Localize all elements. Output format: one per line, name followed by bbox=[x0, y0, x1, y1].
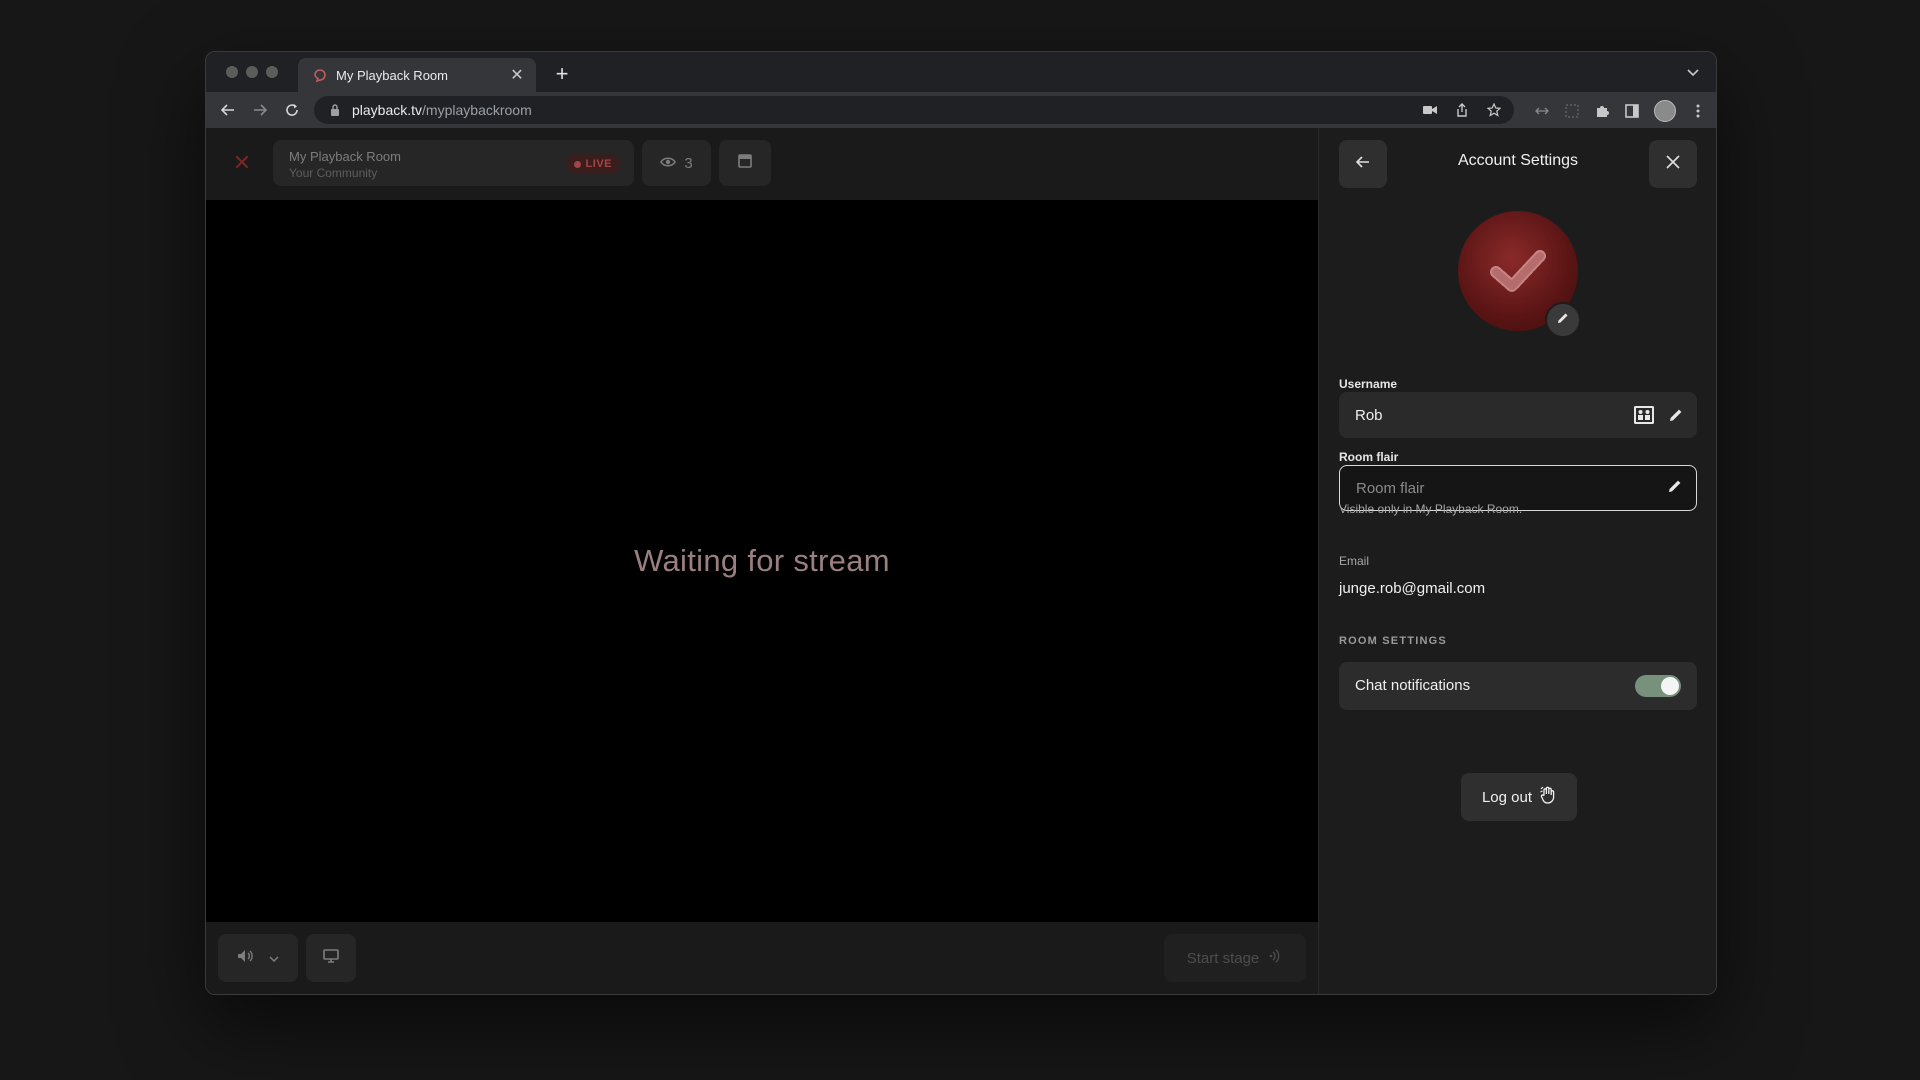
username-label: Username bbox=[1339, 377, 1398, 391]
eye-icon bbox=[660, 155, 677, 172]
browser-toolbar: playback.tv/myplaybackroom bbox=[206, 92, 1716, 128]
screen-icon bbox=[323, 948, 339, 968]
room-flair-edit-pencil-icon[interactable] bbox=[1668, 479, 1682, 497]
extension-icons bbox=[1534, 100, 1706, 122]
logout-label: Log out bbox=[1481, 788, 1533, 806]
wave-hand-icon bbox=[1540, 786, 1556, 808]
chevron-down-icon bbox=[269, 949, 279, 967]
url-text: playback.tv/myplaybackroom bbox=[352, 102, 532, 118]
puzzle-icon[interactable] bbox=[1594, 103, 1610, 119]
start-stage-label: Start stage bbox=[1186, 949, 1260, 967]
camera-icon[interactable] bbox=[1422, 102, 1438, 118]
username-field[interactable]: Rob bbox=[1339, 392, 1697, 438]
avatar-edit-button[interactable] bbox=[1545, 302, 1581, 338]
screenshot-frame-icon[interactable] bbox=[1564, 103, 1580, 119]
email-label: Email bbox=[1339, 554, 1370, 568]
toggle-knob bbox=[1661, 677, 1679, 695]
url-host: playback.tv bbox=[352, 102, 423, 118]
minimize-window-dot[interactable] bbox=[246, 66, 258, 78]
star-icon[interactable] bbox=[1486, 102, 1502, 118]
room-name: My Playback Room bbox=[289, 149, 401, 164]
email-value: junge.rob@gmail.com bbox=[1339, 580, 1486, 597]
account-settings-panel: Account Settings Username Rob Room flair… bbox=[1318, 128, 1716, 994]
room-flair-hint: Visible only in My Playback Room. bbox=[1339, 502, 1523, 516]
username-edit-pencil-icon[interactable] bbox=[1669, 408, 1683, 426]
tab-search-chevron-icon[interactable] bbox=[1684, 64, 1702, 82]
room-community: Your Community bbox=[289, 166, 378, 180]
maximize-window-dot[interactable] bbox=[266, 66, 278, 78]
traffic-lights[interactable] bbox=[226, 66, 278, 78]
chat-notifications-row[interactable]: Chat notifications bbox=[1339, 662, 1697, 710]
playback-logo-icon bbox=[312, 67, 328, 83]
layout-button[interactable] bbox=[719, 140, 771, 186]
start-stage-button[interactable]: Start stage bbox=[1164, 934, 1306, 982]
tab-close-icon[interactable]: ✕ bbox=[506, 64, 528, 86]
live-badge: LIVE bbox=[565, 154, 620, 174]
screen-share-button[interactable] bbox=[306, 934, 356, 982]
room-settings-heading: ROOM SETTINGS bbox=[1339, 635, 1447, 647]
close-window-dot[interactable] bbox=[226, 66, 238, 78]
profile-avatar-icon[interactable] bbox=[1654, 100, 1676, 122]
chat-notifications-label: Chat notifications bbox=[1355, 677, 1471, 694]
browser-tab[interactable]: My Playback Room ✕ bbox=[298, 58, 536, 92]
page-content: ✕ My Playback Room Your Community LIVE 3 bbox=[206, 128, 1716, 994]
leave-room-close-icon[interactable]: ✕ bbox=[230, 150, 254, 175]
stage-area: ✕ My Playback Room Your Community LIVE 3 bbox=[206, 128, 1318, 994]
back-arrow-icon[interactable] bbox=[218, 100, 238, 120]
id-card-icon[interactable] bbox=[1633, 405, 1655, 429]
address-bar[interactable]: playback.tv/myplaybackroom bbox=[314, 96, 1514, 124]
room-info-pill[interactable]: My Playback Room Your Community LIVE bbox=[273, 140, 634, 186]
kebab-menu-icon[interactable] bbox=[1690, 103, 1706, 119]
chat-notifications-toggle[interactable] bbox=[1635, 675, 1681, 697]
viewer-count-button[interactable]: 3 bbox=[642, 140, 711, 186]
live-label: LIVE bbox=[585, 158, 612, 170]
tab-strip: My Playback Room ✕ + bbox=[206, 52, 1716, 92]
avatar-check-logo-icon bbox=[1490, 250, 1546, 292]
logout-button[interactable]: Log out bbox=[1461, 773, 1577, 821]
lock-icon[interactable] bbox=[328, 103, 342, 117]
room-flair-input[interactable] bbox=[1356, 479, 1616, 497]
room-topbar: ✕ My Playback Room Your Community LIVE 3 bbox=[206, 128, 1318, 200]
stage-bottombar: Start stage bbox=[206, 922, 1318, 994]
volume-button[interactable] bbox=[218, 934, 298, 982]
extension-arrows-icon[interactable] bbox=[1534, 103, 1550, 119]
viewer-count: 3 bbox=[684, 154, 693, 172]
live-dot bbox=[573, 160, 581, 168]
new-tab-button[interactable]: + bbox=[550, 61, 574, 86]
waiting-for-stream-text: Waiting for stream bbox=[634, 543, 890, 578]
browser-window: My Playback Room ✕ + playback.tv/myplayb… bbox=[205, 51, 1717, 995]
url-path: /myplaybackroom bbox=[422, 102, 532, 118]
sidepanel-icon[interactable] bbox=[1624, 103, 1640, 119]
room-flair-label: Room flair bbox=[1339, 450, 1399, 464]
username-value: Rob bbox=[1355, 406, 1383, 424]
forward-arrow-icon[interactable] bbox=[250, 100, 270, 120]
panel-close-button[interactable] bbox=[1649, 140, 1697, 188]
video-area[interactable]: Waiting for stream bbox=[206, 200, 1318, 922]
layout-icon bbox=[738, 153, 752, 173]
broadcast-icon bbox=[1269, 949, 1283, 967]
pencil-icon bbox=[1557, 311, 1569, 329]
tab-title: My Playback Room bbox=[336, 67, 448, 83]
reload-icon[interactable] bbox=[282, 100, 302, 120]
close-icon bbox=[1666, 154, 1680, 174]
volume-icon bbox=[237, 949, 255, 968]
share-icon[interactable] bbox=[1454, 102, 1470, 118]
